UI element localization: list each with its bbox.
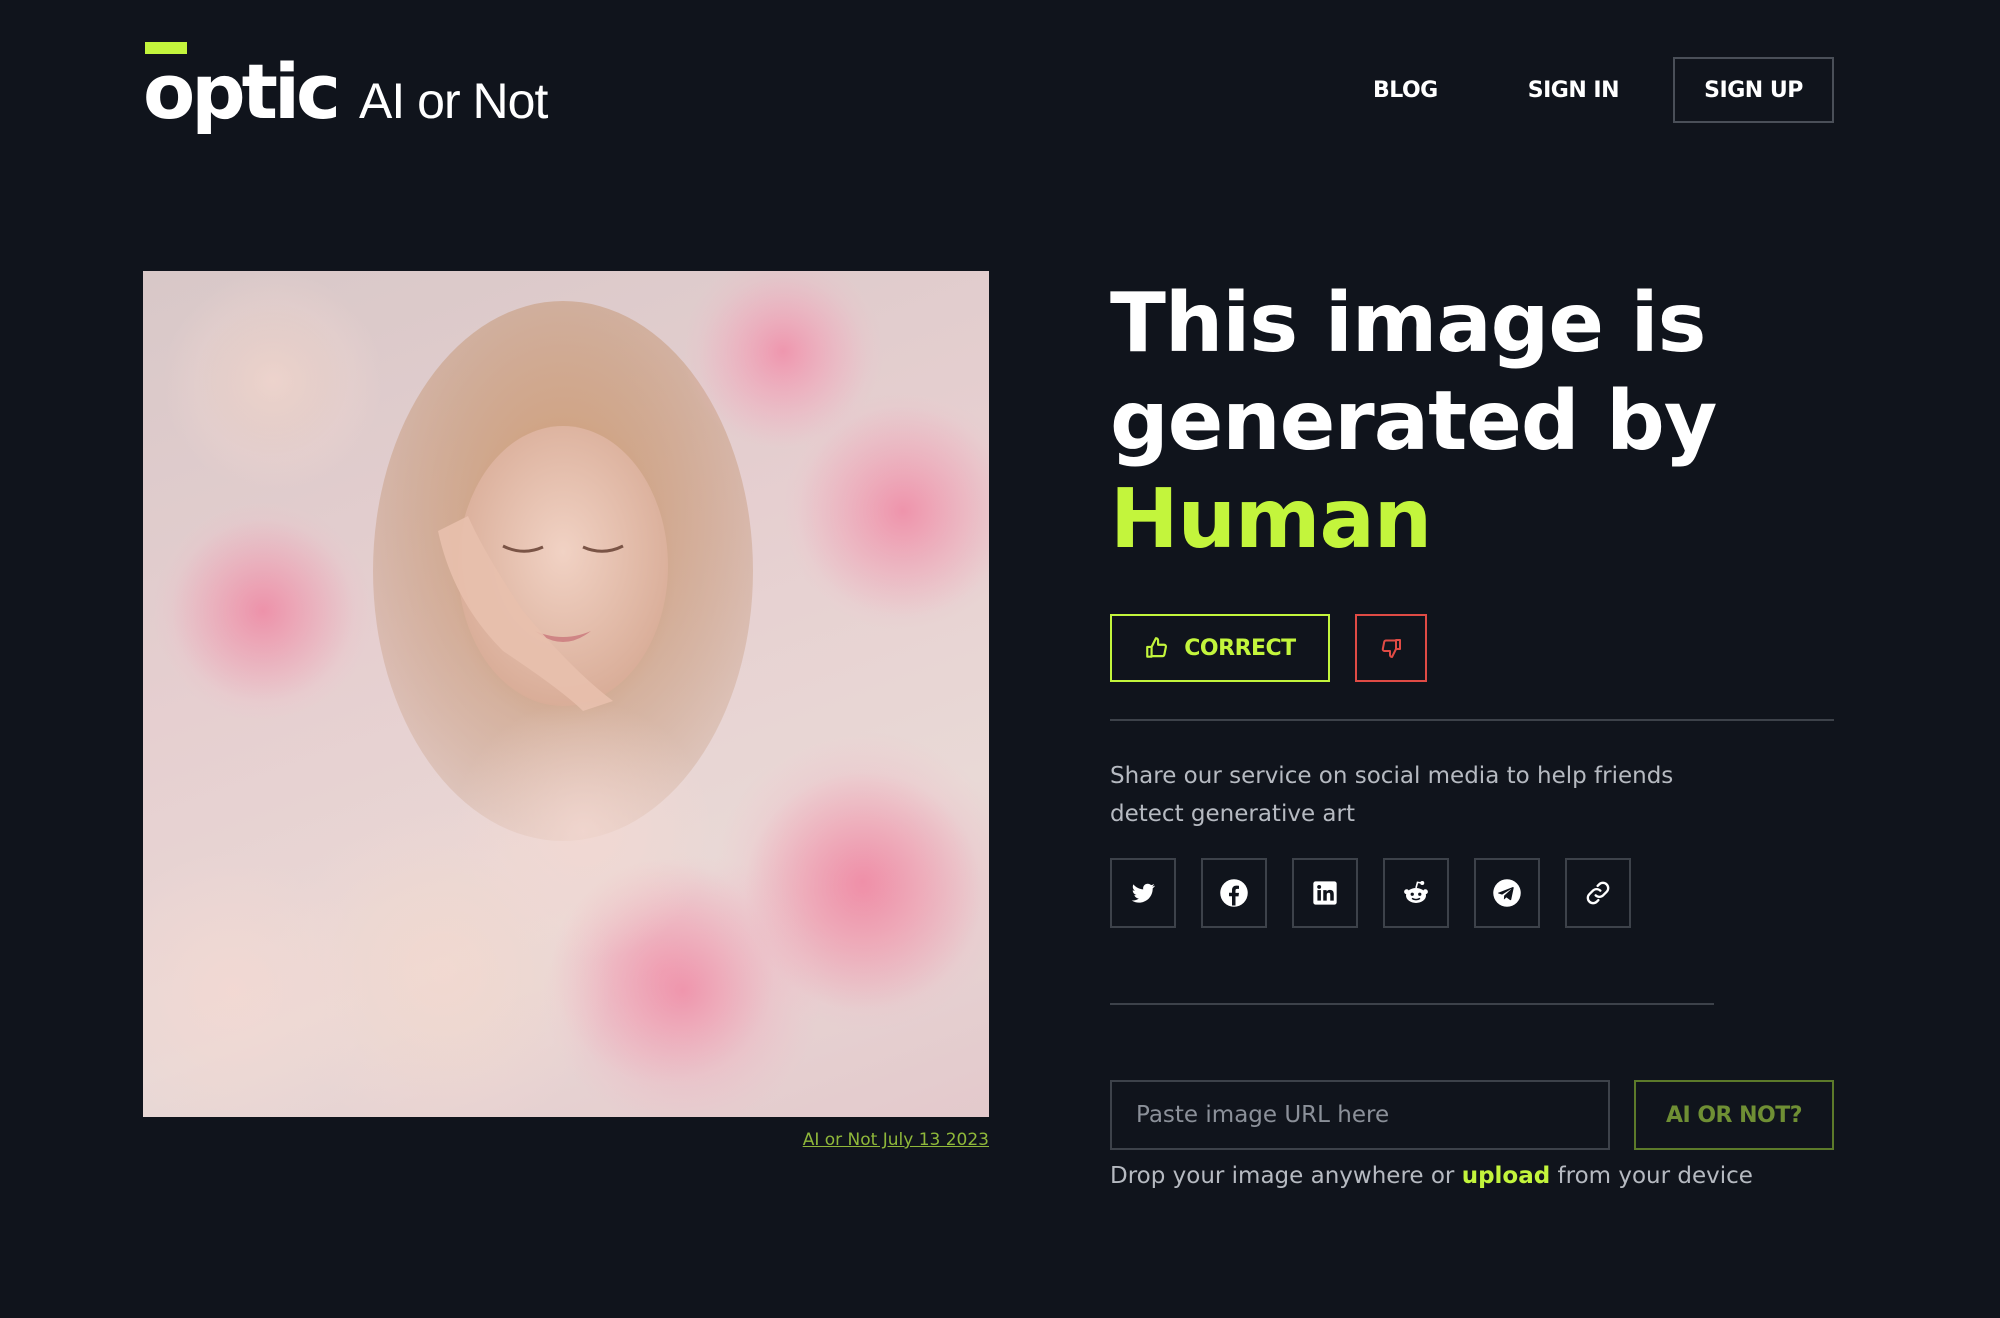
drop-suffix: from your device bbox=[1557, 1163, 1753, 1189]
nav-blog-link[interactable]: BLOG bbox=[1373, 78, 1438, 103]
drop-upload-hint: Drop your image anywhere or upload from … bbox=[1110, 1163, 1753, 1189]
upload-link[interactable]: upload bbox=[1462, 1163, 1551, 1189]
share-description: Share our service on social media to hel… bbox=[1110, 763, 1674, 827]
correct-button[interactable]: CORRECT bbox=[1110, 614, 1330, 682]
section-divider bbox=[1110, 719, 1834, 721]
analyzed-image bbox=[143, 271, 989, 1117]
social-share-row bbox=[1110, 858, 1631, 928]
twitter-icon bbox=[1131, 883, 1156, 903]
share-reddit-button[interactable] bbox=[1383, 858, 1449, 928]
correct-label: CORRECT bbox=[1184, 635, 1296, 661]
link-icon bbox=[1586, 881, 1610, 905]
nav-sign-in-link[interactable]: SIGN IN bbox=[1528, 78, 1620, 103]
drop-prefix: Drop your image anywhere or bbox=[1110, 1163, 1455, 1189]
telegram-icon bbox=[1493, 879, 1521, 907]
linkedin-icon bbox=[1313, 881, 1337, 905]
thumbs-up-icon bbox=[1146, 637, 1168, 658]
logo[interactable]: optic AI or Not bbox=[143, 42, 548, 130]
logo-mark: optic bbox=[143, 40, 341, 130]
share-telegram-button[interactable] bbox=[1474, 858, 1540, 928]
thumbs-down-icon bbox=[1381, 639, 1401, 658]
logo-accent-bar bbox=[145, 42, 187, 54]
result-headline: This image is generated by Human bbox=[1110, 275, 1870, 569]
facebook-icon bbox=[1220, 879, 1248, 907]
image-url-input[interactable] bbox=[1110, 1080, 1610, 1150]
reddit-icon bbox=[1404, 881, 1428, 903]
section-divider bbox=[1110, 1003, 1714, 1005]
share-facebook-button[interactable] bbox=[1201, 858, 1267, 928]
verdict-text: Human bbox=[1110, 472, 1432, 567]
sign-up-button[interactable]: SIGN UP bbox=[1673, 57, 1834, 123]
top-nav: BLOG SIGN IN SIGN UP bbox=[1373, 57, 1834, 123]
portrait-illustration bbox=[143, 271, 989, 1117]
share-twitter-button[interactable] bbox=[1110, 858, 1176, 928]
copy-link-button[interactable] bbox=[1565, 858, 1631, 928]
ai-or-not-submit-button[interactable]: AI OR NOT? bbox=[1634, 1080, 1834, 1150]
incorrect-button[interactable] bbox=[1355, 614, 1427, 682]
image-caption-link[interactable]: AI or Not July 13 2023 bbox=[803, 1130, 989, 1150]
headline-text: This image is generated by bbox=[1110, 276, 1717, 469]
share-linkedin-button[interactable] bbox=[1292, 858, 1358, 928]
logo-subtitle: AI or Not bbox=[359, 73, 548, 129]
